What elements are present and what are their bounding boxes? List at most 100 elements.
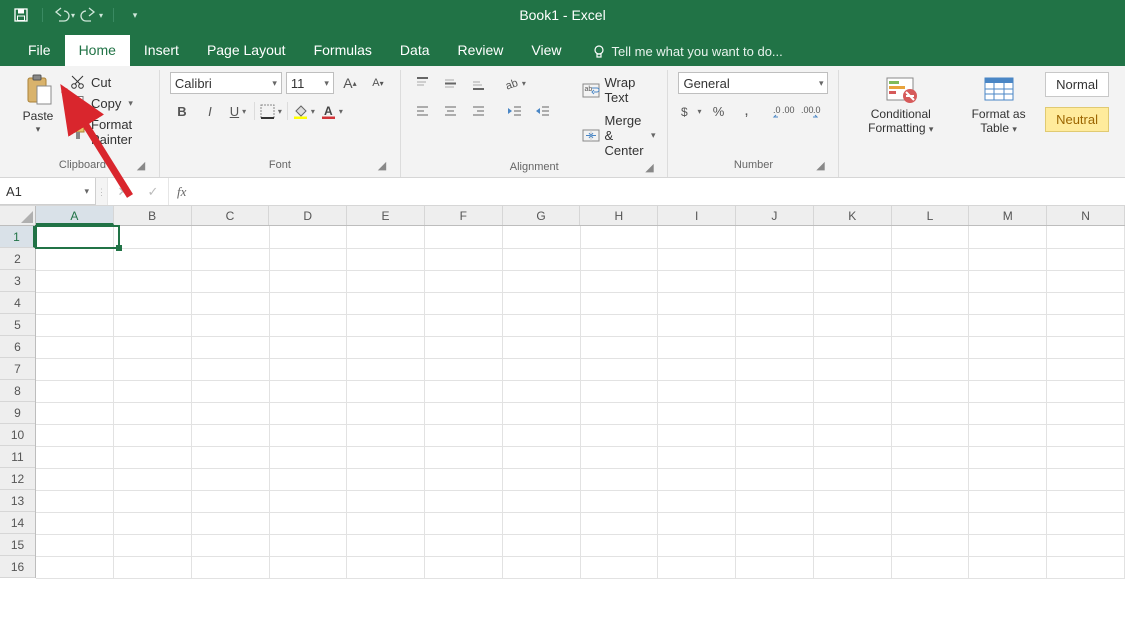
column-header[interactable]: D [269,206,347,225]
comma-button[interactable]: , [734,100,758,122]
cell[interactable] [425,468,503,490]
cell[interactable] [891,336,969,358]
cell[interactable] [269,248,347,270]
cell[interactable] [658,270,736,292]
cell[interactable] [1047,292,1125,314]
cell[interactable] [969,534,1047,556]
cell[interactable] [736,556,814,578]
cell[interactable] [425,270,503,292]
cell[interactable] [502,512,580,534]
cell[interactable] [191,490,269,512]
cell[interactable] [36,512,114,534]
cell[interactable] [425,490,503,512]
tab-review[interactable]: Review [444,35,518,66]
cell[interactable] [191,556,269,578]
cell[interactable] [580,380,658,402]
cell[interactable] [191,358,269,380]
cell[interactable] [191,402,269,424]
row-header[interactable]: 14 [0,512,35,534]
cut-button[interactable]: Cut [68,74,149,91]
cell[interactable] [36,358,114,380]
cell[interactable] [891,556,969,578]
cell[interactable] [580,314,658,336]
cell[interactable] [813,380,891,402]
cell[interactable] [813,446,891,468]
cell[interactable] [658,468,736,490]
cell[interactable] [425,336,503,358]
row-header[interactable]: 3 [0,270,35,292]
cell[interactable] [969,380,1047,402]
cell[interactable] [269,556,347,578]
save-button[interactable] [10,4,32,26]
cell[interactable] [114,424,192,446]
cell[interactable] [1047,512,1125,534]
cell[interactable] [969,336,1047,358]
cell[interactable] [813,402,891,424]
cell[interactable] [658,336,736,358]
column-header[interactable]: I [658,206,736,225]
decrease-decimal-button[interactable]: .00.0 [798,100,822,122]
align-middle-button[interactable] [439,72,463,94]
cell[interactable] [891,380,969,402]
cell[interactable] [658,556,736,578]
cell[interactable] [813,270,891,292]
cell[interactable] [36,226,114,248]
cell[interactable] [891,468,969,490]
underline-button[interactable]: U [226,100,250,122]
cell[interactable] [736,380,814,402]
cell[interactable] [969,402,1047,424]
cell[interactable] [114,292,192,314]
cell[interactable] [36,424,114,446]
cell[interactable] [114,336,192,358]
cell[interactable] [347,534,425,556]
cell[interactable] [658,248,736,270]
align-right-button[interactable] [467,100,491,122]
cell[interactable] [1047,226,1125,248]
row-header[interactable]: 4 [0,292,35,314]
align-top-button[interactable] [411,72,435,94]
tab-formulas[interactable]: Formulas [300,35,386,66]
cell[interactable] [269,226,347,248]
cell[interactable] [813,248,891,270]
column-header[interactable]: L [892,206,970,225]
cell[interactable] [813,314,891,336]
copy-button[interactable]: Copy ▾ [68,95,149,112]
cell[interactable] [580,226,658,248]
dialog-launcher-icon[interactable]: ◢ [814,159,826,171]
cell[interactable] [1047,534,1125,556]
cell[interactable] [1047,402,1125,424]
cell[interactable] [347,402,425,424]
cell[interactable] [347,512,425,534]
column-header[interactable]: F [425,206,503,225]
cell[interactable] [425,424,503,446]
font-color-button[interactable]: A [320,100,344,122]
cell[interactable] [36,556,114,578]
border-button[interactable] [259,100,283,122]
cell[interactable] [1047,490,1125,512]
cell[interactable] [969,446,1047,468]
cell[interactable] [969,226,1047,248]
cell[interactable] [347,490,425,512]
align-center-button[interactable] [439,100,463,122]
dialog-launcher-icon[interactable]: ◢ [376,159,388,171]
cell[interactable] [736,270,814,292]
decrease-font-button[interactable]: A▾ [366,72,390,94]
cell[interactable] [658,490,736,512]
cell[interactable] [425,292,503,314]
cell[interactable] [269,424,347,446]
cell[interactable] [1047,446,1125,468]
cell[interactable] [580,358,658,380]
formula-input[interactable] [194,178,1125,205]
cell[interactable] [891,424,969,446]
column-header[interactable]: B [114,206,192,225]
cell[interactable] [425,402,503,424]
cell[interactable] [658,402,736,424]
cell[interactable] [736,314,814,336]
cell[interactable] [347,380,425,402]
cell[interactable] [191,226,269,248]
cell[interactable] [502,402,580,424]
cell[interactable] [736,292,814,314]
cell[interactable] [580,270,658,292]
cell[interactable] [736,248,814,270]
cell[interactable] [191,446,269,468]
